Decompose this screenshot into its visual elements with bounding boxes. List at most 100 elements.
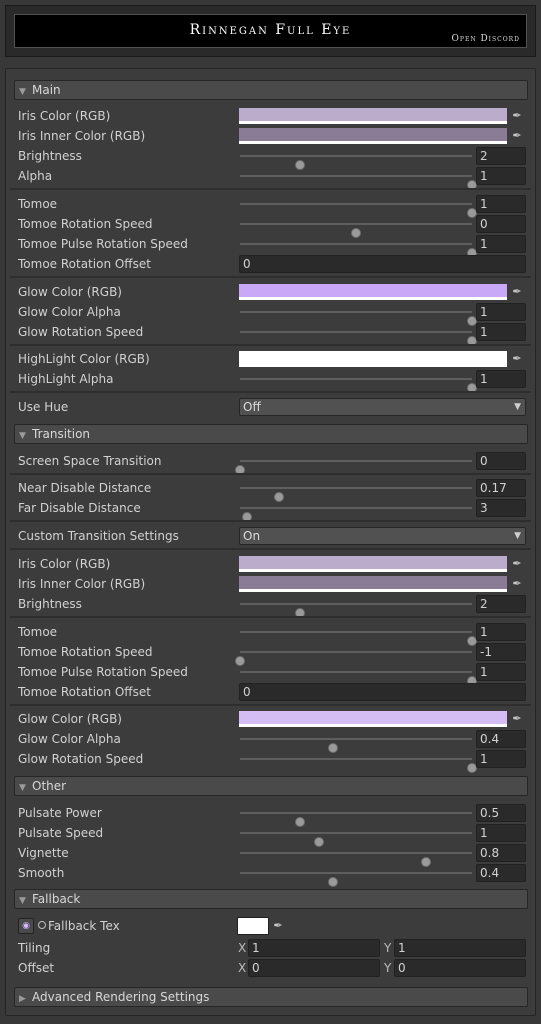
tiling-x-label: X	[238, 941, 247, 955]
fallback-tex-color-swatch[interactable]	[237, 917, 269, 935]
row-transition-iris-color: Iris Color (RGB) ✒	[18, 554, 528, 574]
row-transition-glow-rotation: Glow Rotation Speed 1	[18, 749, 528, 773]
tomoe-rotation-speed-slider-track[interactable]	[240, 223, 472, 238]
near-disable-field[interactable]: 0.17	[476, 479, 526, 497]
tomoe-rotation-offset-field[interactable]: 0	[239, 255, 526, 273]
brightness-slider-track[interactable]	[240, 155, 472, 170]
glow-color-alpha-label: Glow Color Alpha	[18, 305, 121, 319]
eyedropper-icon[interactable]: ✒	[509, 351, 525, 367]
pulsate-speed-field[interactable]: 1	[476, 824, 526, 842]
glow-rotation-field[interactable]: 1	[476, 323, 526, 341]
eyedropper-icon[interactable]: ✒	[270, 917, 286, 935]
offset-label: Offset	[18, 961, 55, 975]
glow-alpha-field[interactable]: 1	[476, 303, 526, 321]
transition-tomoe-label: Tomoe	[18, 625, 58, 639]
highlight-color-swatch[interactable]	[239, 351, 507, 367]
use-hue-label: Use Hue	[18, 400, 69, 414]
iris-inner-color-swatch[interactable]	[239, 128, 507, 144]
transition-iris-inner-color-swatch[interactable]	[239, 576, 507, 592]
separator	[10, 473, 531, 475]
screen-space-field[interactable]: 0	[476, 452, 526, 470]
glow-alpha-slider-track[interactable]	[240, 311, 477, 326]
tiling-y-field[interactable]: 1	[394, 939, 526, 957]
row-glow-rotation-speed: Glow Rotation Speed 1	[18, 322, 528, 346]
transition-glow-alpha-slider-track[interactable]	[240, 738, 472, 753]
tiling-y-label: Y	[384, 941, 392, 955]
row-transition-glow-alpha: Glow Color Alpha 0.4	[18, 729, 528, 753]
pulsate-power-slider-track[interactable]	[240, 812, 472, 827]
transition-brightness-slider-track[interactable]	[240, 603, 472, 618]
section-main-header[interactable]: ▼ Main	[14, 80, 528, 100]
smooth-field[interactable]: 0.4	[476, 864, 526, 882]
transition-tomoe-rotation-slider-track[interactable]	[235, 651, 472, 666]
transition-glow-color-label: Glow Color (RGB)	[18, 712, 122, 726]
transition-tomoe-rotation-speed-label: Tomoe Rotation Speed	[18, 645, 153, 659]
eyedropper-icon[interactable]: ✒	[509, 711, 525, 727]
tomoe-pulse-field[interactable]: 1	[476, 235, 526, 253]
transition-glow-alpha-field[interactable]: 0.4	[476, 730, 526, 748]
use-hue-dropdown[interactable]: Off ▼	[239, 398, 526, 416]
iris-color-swatch[interactable]	[239, 108, 507, 124]
tomoe-pulse-slider-track[interactable]	[240, 243, 477, 258]
row-transition-tomoe-rotation-speed: Tomoe Rotation Speed -1	[18, 642, 528, 666]
offset-x-field[interactable]: 0	[248, 959, 380, 977]
smooth-slider-track[interactable]	[240, 872, 472, 887]
vignette-slider-track[interactable]	[240, 852, 472, 867]
row-tomoe-rotation-offset: Tomoe Rotation Offset 0	[18, 254, 528, 274]
tomoe-slider-track[interactable]	[240, 203, 477, 218]
far-disable-slider-track[interactable]	[240, 507, 472, 522]
section-fallback-header[interactable]: ▼ Fallback	[14, 889, 528, 909]
tiling-x-field[interactable]: 1	[248, 939, 380, 957]
object-picker-icon[interactable]	[38, 921, 46, 929]
open-discord-link[interactable]: Open Discord	[452, 34, 520, 44]
screen-space-slider-track[interactable]	[235, 460, 472, 475]
transition-tomoe-pulse-slider-track[interactable]	[240, 671, 477, 686]
transition-glow-color-swatch[interactable]	[239, 711, 507, 727]
tomoe-rotation-offset-label: Tomoe Rotation Offset	[18, 257, 151, 271]
section-advanced-header[interactable]: ▶ Advanced Rendering Settings	[14, 987, 528, 1007]
separator	[10, 548, 531, 550]
transition-glow-rotation-field[interactable]: 1	[476, 750, 526, 768]
separator	[10, 391, 531, 393]
tomoe-rotation-speed-field[interactable]: 0	[476, 215, 526, 233]
eyedropper-icon[interactable]: ✒	[509, 128, 525, 144]
transition-brightness-field[interactable]: 2	[476, 595, 526, 613]
far-disable-field[interactable]: 3	[476, 499, 526, 517]
tomoe-rotation-speed-label: Tomoe Rotation Speed	[18, 217, 153, 231]
brightness-field[interactable]: 2	[476, 147, 526, 165]
pulsate-power-field[interactable]: 0.5	[476, 804, 526, 822]
texture-thumbnail-icon[interactable]: ◉	[18, 918, 34, 934]
alpha-slider-track[interactable]	[240, 175, 477, 190]
highlight-alpha-field[interactable]: 1	[476, 370, 526, 388]
eyedropper-icon[interactable]: ✒	[509, 108, 525, 124]
glow-rotation-slider-track[interactable]	[240, 331, 477, 346]
transition-tomoe-pulse-field[interactable]: 1	[476, 663, 526, 681]
vignette-field[interactable]: 0.8	[476, 844, 526, 862]
transition-iris-color-swatch[interactable]	[239, 556, 507, 572]
glow-color-swatch[interactable]	[239, 284, 507, 300]
eyedropper-icon[interactable]: ✒	[509, 284, 525, 300]
transition-glow-rotation-slider-track[interactable]	[240, 758, 477, 773]
smooth-slider-knob[interactable]	[327, 877, 338, 887]
pulsate-power-label: Pulsate Power	[18, 806, 102, 820]
transition-tomoe-field[interactable]: 1	[476, 623, 526, 641]
separator	[10, 188, 531, 190]
eyedropper-icon[interactable]: ✒	[509, 556, 525, 572]
eyedropper-icon[interactable]: ✒	[509, 576, 525, 592]
pulsate-speed-slider-track[interactable]	[240, 832, 472, 847]
highlight-alpha-slider-track[interactable]	[240, 378, 477, 393]
transition-tomoe-slider-track[interactable]	[240, 631, 477, 646]
custom-transition-dropdown[interactable]: On ▼	[239, 527, 526, 545]
transition-tomoe-offset-field[interactable]: 0	[239, 683, 526, 701]
triangle-down-icon: ▼	[19, 896, 26, 906]
row-pulsate-power: Pulsate Power 0.5	[18, 803, 528, 827]
offset-y-field[interactable]: 0	[394, 959, 526, 977]
alpha-field[interactable]: 1	[476, 167, 526, 185]
tomoe-field[interactable]: 1	[476, 195, 526, 213]
section-transition-header[interactable]: ▼ Transition	[14, 424, 528, 444]
near-disable-slider-track[interactable]	[240, 487, 472, 502]
alpha-label: Alpha	[18, 169, 53, 183]
transition-iris-inner-color-label: Iris Inner Color (RGB)	[18, 577, 146, 591]
transition-tomoe-rotation-field[interactable]: -1	[476, 643, 526, 661]
section-other-header[interactable]: ▼ Other	[14, 776, 528, 796]
